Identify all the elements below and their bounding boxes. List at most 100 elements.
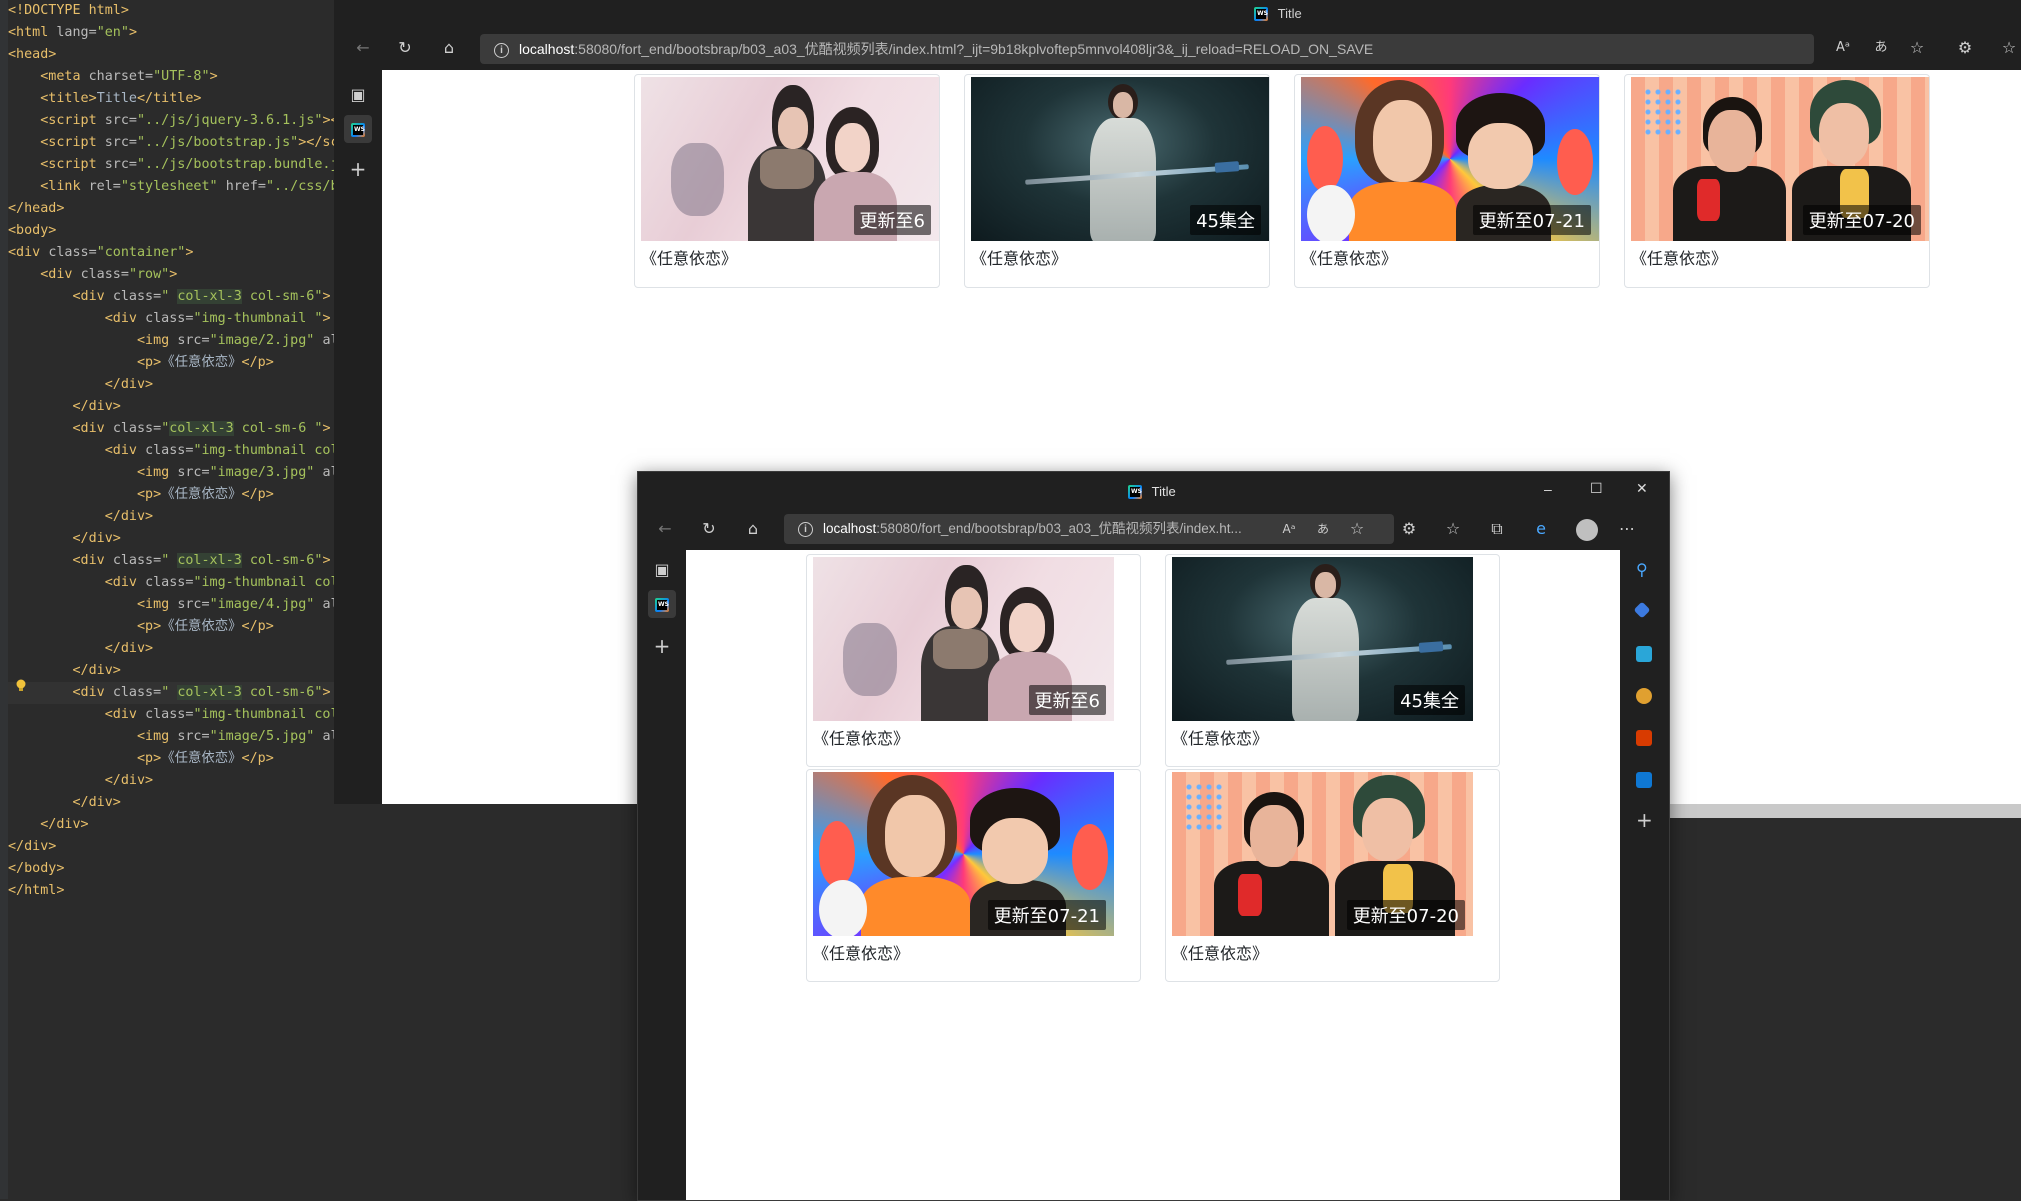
more-menu-icon[interactable]: ⋯ bbox=[1614, 519, 1640, 539]
code-line[interactable]: <div class=" col-xl-3 col-sm-6"> bbox=[8, 682, 334, 704]
code-line[interactable]: <div class="row"> bbox=[8, 264, 177, 286]
translate-icon[interactable]: あ bbox=[1868, 38, 1894, 58]
code-line[interactable]: <html lang="en"> bbox=[8, 22, 137, 44]
code-line[interactable]: </div> bbox=[8, 814, 88, 836]
lightbulb-icon[interactable] bbox=[15, 679, 27, 693]
code-line[interactable]: <head> bbox=[8, 44, 56, 66]
extensions-icon[interactable]: ⚙ bbox=[1952, 38, 1978, 58]
extensions-icon[interactable]: ⚙ bbox=[1396, 519, 1422, 539]
address-bar[interactable]: i localhost:58080/fort_end/bootsbrap/b03_… bbox=[784, 514, 1394, 544]
games-icon[interactable] bbox=[1636, 688, 1652, 704]
code-line[interactable]: <img src="image/5.jpg" al bbox=[8, 726, 334, 748]
home-icon[interactable]: ⌂ bbox=[436, 38, 462, 58]
video-thumbnail-card[interactable]: 更新至6 《任意依恋》 bbox=[806, 554, 1141, 767]
code-editor[interactable]: <!DOCTYPE html> <html lang="en"> <head> <m… bbox=[0, 0, 334, 1199]
code-line[interactable]: </div> bbox=[8, 506, 153, 528]
favorite-add-icon[interactable]: ☆ bbox=[1904, 38, 1930, 58]
code-line[interactable]: </div> bbox=[8, 528, 121, 550]
minimize-button[interactable]: – bbox=[1544, 481, 1552, 497]
code-line[interactable]: </div> bbox=[8, 638, 153, 660]
shopping-tag-icon[interactable] bbox=[1633, 601, 1651, 619]
video-thumbnail-card[interactable]: 更新至07-21 《任意依恋》 bbox=[1294, 74, 1600, 288]
translate-icon[interactable]: あ bbox=[1310, 519, 1336, 539]
code-line[interactable]: <script src="../js/bootstrap.bundle.j bbox=[8, 154, 334, 176]
home-icon[interactable]: ⌂ bbox=[740, 519, 766, 539]
code-line[interactable]: </body> bbox=[8, 858, 64, 880]
video-poster-image[interactable]: 45集全 bbox=[971, 77, 1269, 241]
code-line[interactable]: </head> bbox=[8, 198, 64, 220]
video-thumbnail-card[interactable]: 更新至07-21 《任意依恋》 bbox=[806, 769, 1141, 982]
code-line[interactable]: </html> bbox=[8, 880, 64, 902]
code-line[interactable]: </div> bbox=[8, 792, 121, 814]
code-line[interactable]: <img src="image/2.jpg" al bbox=[8, 330, 334, 352]
code-line[interactable]: <div class=" col-xl-3 col-sm-6"> bbox=[8, 286, 331, 308]
video-poster-image[interactable]: 更新至07-20 bbox=[1631, 77, 1929, 241]
code-line[interactable]: <p>《任意依恋》</p> bbox=[8, 616, 274, 638]
code-line[interactable]: <title>Title</title> bbox=[8, 88, 201, 110]
code-line[interactable]: <img src="image/3.jpg" al bbox=[8, 462, 334, 484]
new-tab-icon[interactable]: + bbox=[344, 155, 372, 183]
code-line[interactable]: </div> bbox=[8, 770, 153, 792]
back-icon[interactable]: ← bbox=[350, 38, 376, 58]
tab-webstorm[interactable]: WS bbox=[344, 115, 372, 143]
read-aloud-icon[interactable]: Aᵃ bbox=[1276, 519, 1302, 539]
code-line[interactable]: <script src="../js/jquery-3.6.1.js">< bbox=[8, 110, 334, 132]
code-line[interactable]: <body> bbox=[8, 220, 56, 242]
tab-webstorm[interactable]: WS bbox=[648, 590, 676, 618]
address-bar[interactable]: i localhost:58080/fort_end/bootsbrap/b03_… bbox=[480, 34, 1814, 64]
code-line[interactable]: <!DOCTYPE html> bbox=[8, 0, 129, 22]
code-line[interactable]: <p>《任意依恋》</p> bbox=[8, 484, 274, 506]
tab-actions-icon[interactable]: ▣ bbox=[648, 556, 676, 584]
code-line[interactable]: </div> bbox=[8, 374, 153, 396]
video-poster-image[interactable]: 45集全 bbox=[1172, 557, 1473, 721]
favorites-icon[interactable]: ☆ bbox=[1440, 519, 1466, 539]
collections-icon[interactable]: ⧉ bbox=[1484, 519, 1510, 539]
profile-avatar[interactable] bbox=[1576, 519, 1598, 541]
ie-mode-icon[interactable]: e bbox=[1528, 519, 1554, 539]
code-token: 《任意依恋》 bbox=[161, 487, 242, 502]
read-aloud-icon[interactable]: Aᵃ bbox=[1830, 38, 1856, 58]
code-line[interactable]: <div class="img-thumbnail col bbox=[8, 440, 334, 462]
search-icon[interactable]: ⚲ bbox=[1636, 562, 1652, 578]
code-line[interactable]: <div class="img-thumbnail col bbox=[8, 572, 334, 594]
video-poster-image[interactable]: 更新至07-20 bbox=[1172, 772, 1473, 936]
code-line[interactable]: <meta charset="UTF-8"> bbox=[8, 66, 217, 88]
code-line[interactable]: <p>《任意依恋》</p> bbox=[8, 748, 274, 770]
new-tab-icon[interactable]: + bbox=[648, 632, 676, 660]
code-line[interactable]: </div> bbox=[8, 396, 121, 418]
tab-actions-icon[interactable]: ▣ bbox=[344, 81, 372, 109]
code-line[interactable]: <div class=" col-xl-3 col-sm-6"> bbox=[8, 550, 331, 572]
video-thumbnail-card[interactable]: 更新至6 《任意依恋》 bbox=[634, 74, 940, 288]
back-icon[interactable]: ← bbox=[652, 519, 678, 539]
info-icon[interactable]: i bbox=[494, 42, 509, 58]
video-thumbnail-card[interactable]: 更新至07-20 《任意依恋》 bbox=[1165, 769, 1500, 982]
outlook-icon[interactable] bbox=[1636, 772, 1652, 788]
code-line[interactable]: <div class="container"> bbox=[8, 242, 193, 264]
code-line[interactable]: <div class="col-xl-3 col-sm-6 "> bbox=[8, 418, 331, 440]
code-line[interactable]: <div class="img-thumbnail "> bbox=[8, 308, 331, 330]
code-line[interactable]: <script src="../js/bootstrap.js"></sc bbox=[8, 132, 334, 154]
video-poster-image[interactable]: 更新至6 bbox=[641, 77, 939, 241]
reload-icon[interactable]: ↻ bbox=[392, 38, 418, 58]
code-line[interactable]: </div> bbox=[8, 836, 56, 858]
tools-icon[interactable] bbox=[1636, 646, 1652, 662]
reload-icon[interactable]: ↻ bbox=[696, 519, 722, 539]
favorite-add-icon[interactable]: ☆ bbox=[1344, 519, 1370, 539]
video-poster-image[interactable]: 更新至07-21 bbox=[813, 772, 1114, 936]
video-thumbnail-card[interactable]: 45集全 《任意依恋》 bbox=[964, 74, 1270, 288]
info-icon[interactable]: i bbox=[798, 521, 813, 537]
video-poster-image[interactable]: 更新至07-21 bbox=[1301, 77, 1599, 241]
office-icon[interactable] bbox=[1636, 730, 1652, 746]
video-poster-image[interactable]: 更新至6 bbox=[813, 557, 1114, 721]
video-thumbnail-card[interactable]: 更新至07-20 《任意依恋》 bbox=[1624, 74, 1930, 288]
code-line[interactable]: <div class="img-thumbnail col bbox=[8, 704, 334, 726]
code-line[interactable]: <p>《任意依恋》</p> bbox=[8, 352, 274, 374]
code-line[interactable]: <link rel="stylesheet" href="../css/b bbox=[8, 176, 334, 198]
code-line[interactable]: <img src="image/4.jpg" al bbox=[8, 594, 334, 616]
close-button[interactable]: ✕ bbox=[1636, 480, 1648, 497]
add-sidebar-icon[interactable]: + bbox=[1636, 808, 1653, 832]
browser-window-front[interactable]: WS Title – ☐ ✕ ← ↻ ⌂ i localhost:58080/fo… bbox=[637, 471, 1670, 1201]
maximize-button[interactable]: ☐ bbox=[1590, 480, 1603, 497]
video-thumbnail-card[interactable]: 45集全 《任意依恋》 bbox=[1165, 554, 1500, 767]
favorites-icon[interactable]: ☆ bbox=[1996, 38, 2021, 58]
